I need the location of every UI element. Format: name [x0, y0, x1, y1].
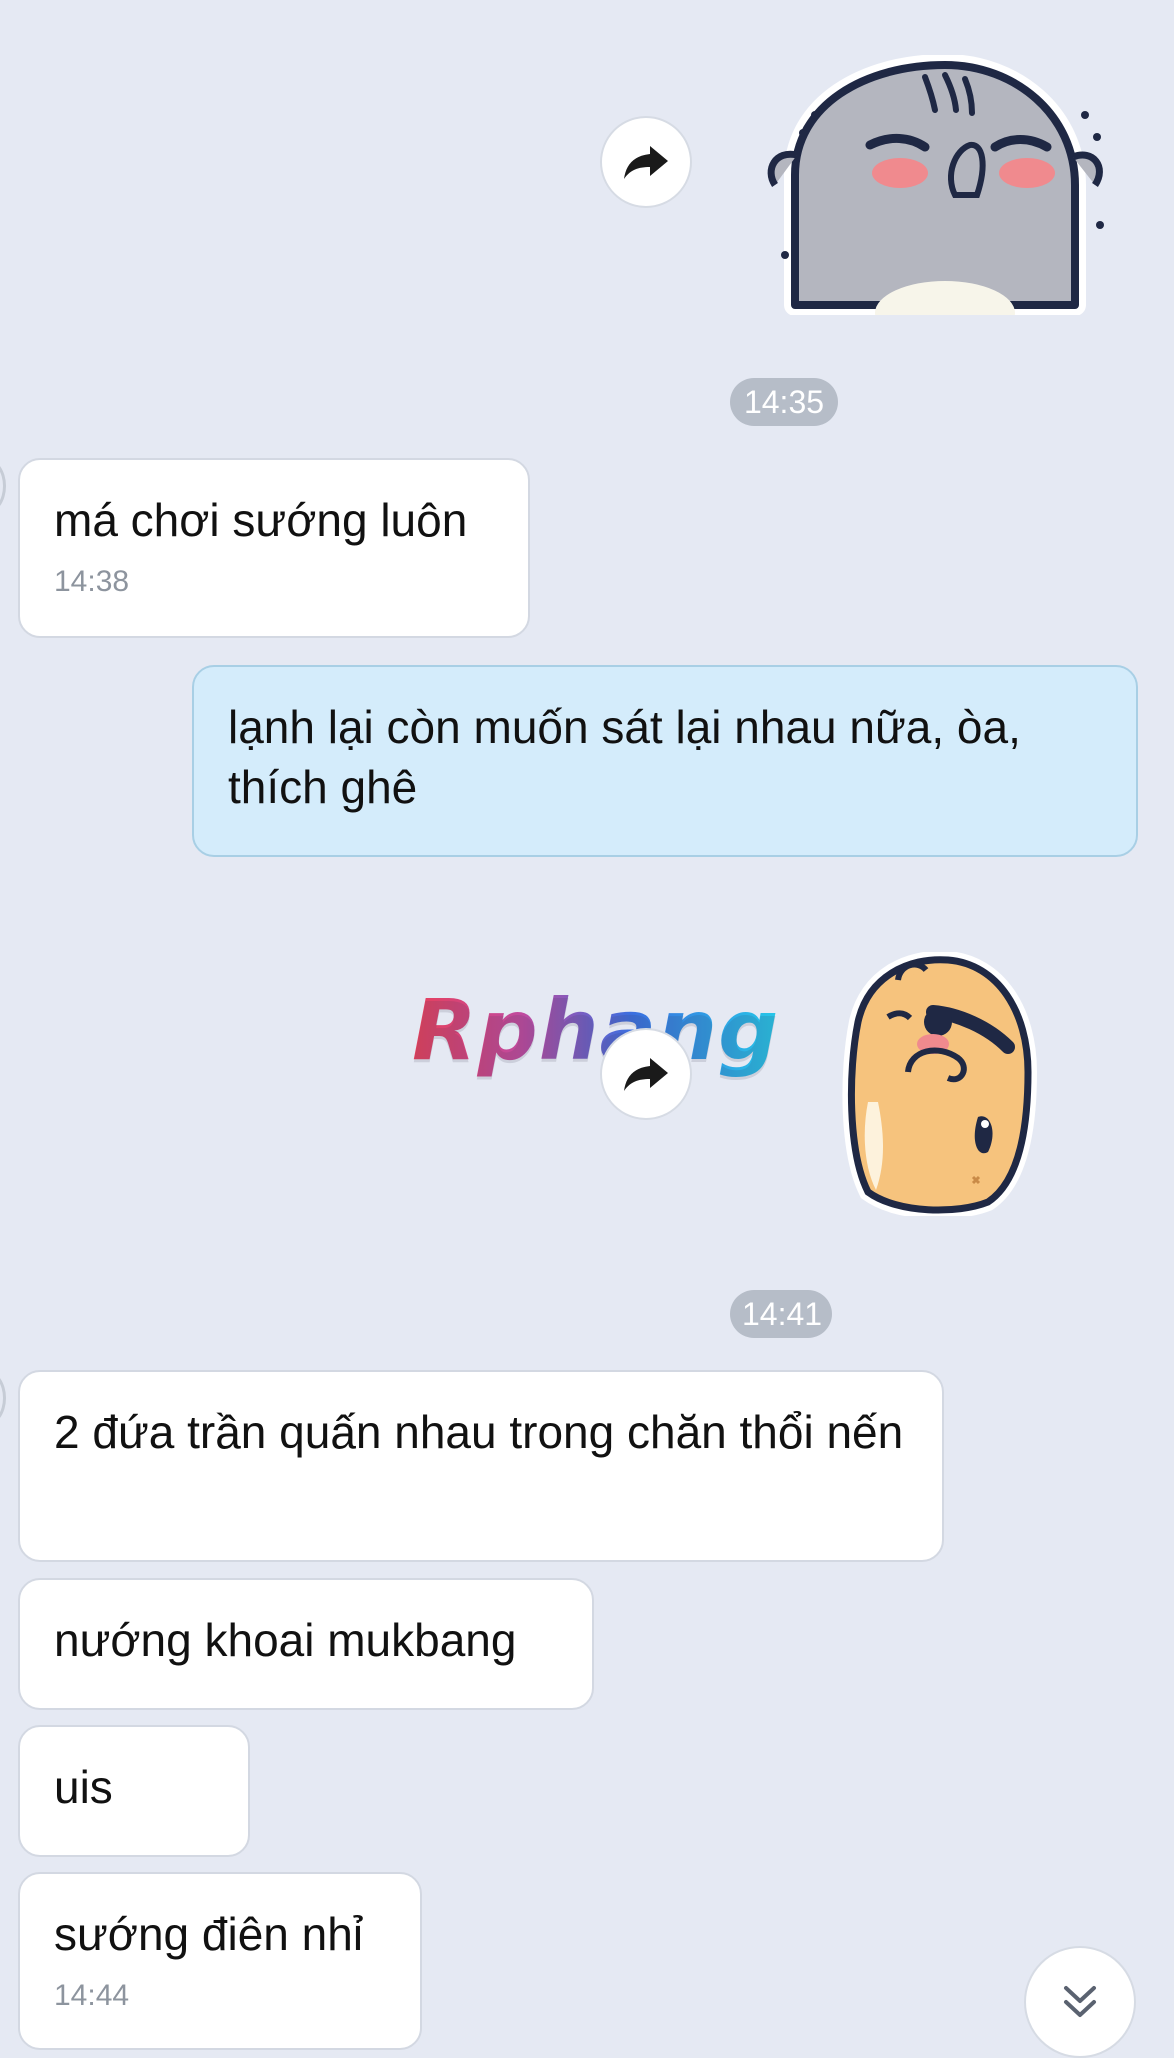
- message-text: nướng khoai mukbang: [54, 1614, 517, 1666]
- message-text: 2 đứa trần quấn nhau trong chăn thổi nến: [54, 1406, 904, 1458]
- message-text: sướng điên nhỉ: [54, 1908, 364, 1960]
- timestamp-pill: 14:35: [730, 378, 838, 426]
- message-bubble-incoming[interactable]: nướng khoai mukbang: [18, 1578, 594, 1710]
- double-chevron-down-icon: [1064, 1986, 1096, 2017]
- message-text: uis: [54, 1761, 113, 1813]
- message-time: 14:38: [54, 565, 130, 598]
- message-time: 14:44: [54, 1979, 130, 2012]
- message-bubble-incoming[interactable]: 2 đứa trần quấn nhau trong chăn thổi nến: [18, 1370, 944, 1562]
- message-text: lạnh lại còn muốn sát lại nhau nữa, òa, …: [228, 701, 1021, 813]
- forward-button[interactable]: [600, 1028, 692, 1120]
- timestamp-pill: 14:41: [730, 1290, 832, 1338]
- avatar[interactable]: [0, 1370, 6, 1426]
- watermark-logo: Rphang: [412, 981, 780, 1079]
- sticker-grey-cat[interactable]: [755, 55, 1105, 315]
- message-bubble-incoming[interactable]: uis: [18, 1725, 250, 1857]
- scroll-to-bottom-button[interactable]: [1024, 1946, 1136, 2058]
- forward-button[interactable]: [600, 116, 692, 208]
- sticker-orange-hamster[interactable]: [838, 952, 1038, 1216]
- message-bubble-incoming[interactable]: sướng điên nhỉ 14:44: [18, 1872, 422, 2050]
- message-text: má chơi sướng luôn: [54, 494, 468, 546]
- forward-arrow-icon: [624, 146, 668, 179]
- message-bubble-incoming[interactable]: má chơi sướng luôn 14:38: [18, 458, 530, 638]
- avatar[interactable]: [0, 458, 6, 514]
- message-bubble-outgoing[interactable]: lạnh lại còn muốn sát lại nhau nữa, òa, …: [192, 665, 1138, 857]
- forward-arrow-icon: [624, 1058, 668, 1091]
- chat-area: 14:35 má chơi sướng luôn 14:38 lạnh lại …: [0, 0, 1174, 2058]
